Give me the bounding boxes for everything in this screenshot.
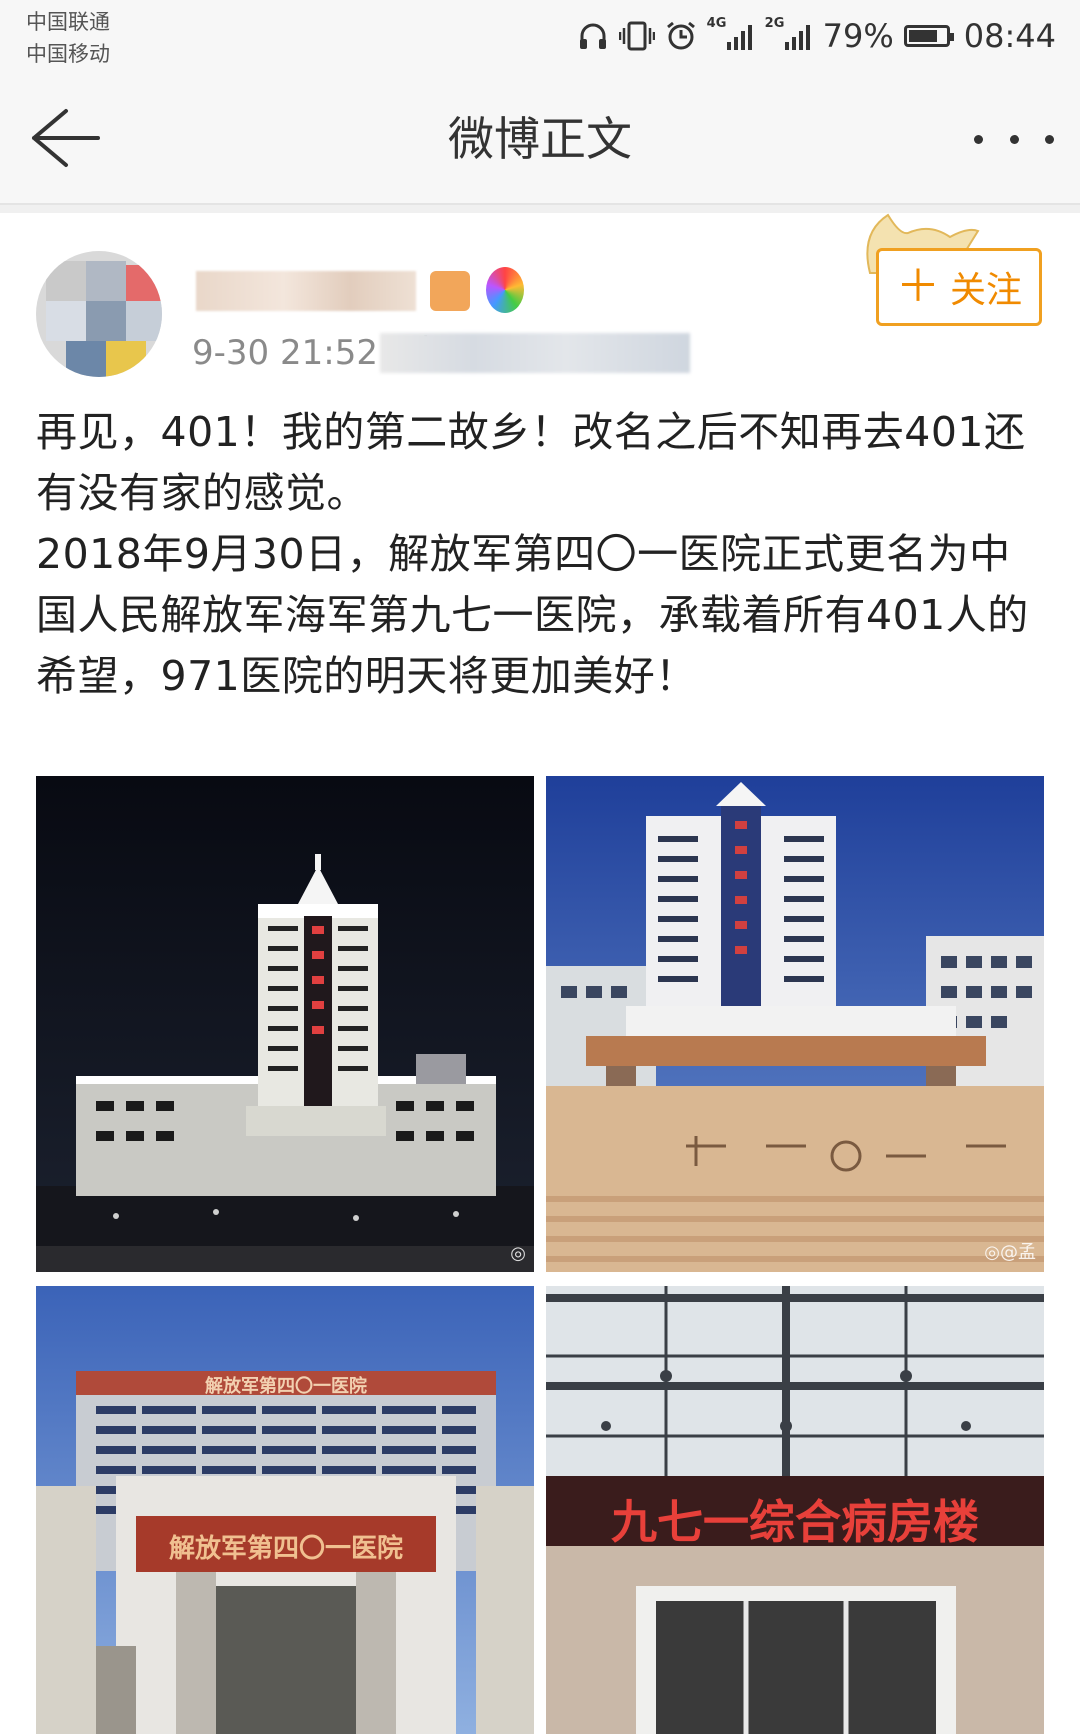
signal-2g-icon: 2G xyxy=(765,16,813,52)
username-redacted[interactable] xyxy=(196,271,416,311)
photo-day-building[interactable]: ◎@孟 xyxy=(546,776,1044,1272)
alarm-icon xyxy=(665,20,697,52)
signal-4g-icon: 4G xyxy=(707,16,755,52)
gate-sign-arch: 解放军第四〇一医院 xyxy=(168,1534,403,1564)
photo-night-building[interactable]: ◎ xyxy=(36,776,534,1272)
follow-button[interactable]: ＋ 关注 xyxy=(876,248,1042,326)
nav-bar: 微博正文 xyxy=(0,75,1080,205)
post-paragraph-2: 2018年9月30日，解放军第四〇一医院正式更名为中国人民解放军海军第九七一医院… xyxy=(36,530,1029,700)
avatar[interactable] xyxy=(36,251,162,377)
post-header: 9-30 21:52 来 ＋ 关注 xyxy=(0,213,1080,383)
timestamp-text: 9-30 21:52 xyxy=(192,333,378,373)
more-dots-icon[interactable] xyxy=(974,111,1054,167)
status-icons: 4G 2G 79% 08:44 xyxy=(577,16,1056,56)
network-1-label: 4G xyxy=(706,16,727,31)
vibrate-icon xyxy=(618,20,655,52)
rainbow-badge-icon xyxy=(486,267,524,313)
battery-icon xyxy=(903,25,954,47)
photo-gate[interactable]: 解放军第四〇一医院 解放军第四〇一医院 xyxy=(36,1286,534,1734)
ward-sign: 九七一综合病房楼 xyxy=(611,1495,979,1549)
member-badge-icon xyxy=(430,271,470,311)
source-redacted xyxy=(380,333,690,373)
photo-ward[interactable]: 九七一综合病房楼 xyxy=(546,1286,1044,1734)
clock: 08:44 xyxy=(963,17,1056,55)
status-bar: 中国联通 中国移动 4G 2G 79% 08:44 xyxy=(0,0,1080,75)
post-paragraph-1: 再见，401！我的第二故乡！改名之后不知再去401还有没有家的感觉。 xyxy=(36,408,1026,517)
watermark: ◎@孟 xyxy=(984,1242,1036,1263)
watermark: ◎ xyxy=(510,1243,526,1264)
follow-label: 关注 xyxy=(949,270,1022,311)
post-body: 再见，401！我的第二故乡！改名之后不知再去401还有没有家的感觉。 2018年… xyxy=(36,402,1046,707)
plus-icon: ＋ xyxy=(895,261,940,312)
divider xyxy=(0,205,1080,213)
network-2-label: 2G xyxy=(764,16,785,31)
carrier-2: 中国移动 xyxy=(26,42,110,66)
page-title: 微博正文 xyxy=(448,112,632,166)
headphones-icon xyxy=(577,20,609,52)
battery-percent: 79% xyxy=(822,17,894,55)
carrier-1: 中国联通 xyxy=(26,10,110,34)
gate-sign-top: 解放军第四〇一医院 xyxy=(205,1376,367,1397)
